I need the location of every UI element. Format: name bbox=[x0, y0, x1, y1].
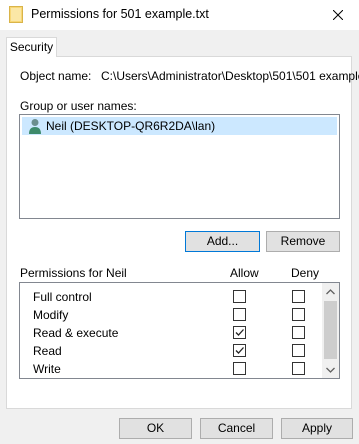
permission-name: Full control bbox=[33, 290, 92, 304]
allow-checkbox[interactable] bbox=[233, 308, 246, 321]
permission-row: Read bbox=[20, 341, 320, 359]
allow-checkbox[interactable] bbox=[233, 290, 246, 303]
permissions-list: Full control Modify Read & execute Read … bbox=[19, 282, 340, 379]
user-icon bbox=[29, 119, 41, 134]
close-icon bbox=[332, 10, 343, 20]
deny-checkbox[interactable] bbox=[292, 308, 305, 321]
scroll-down-button[interactable] bbox=[322, 361, 339, 378]
group-names-label: Group or user names: bbox=[20, 99, 137, 113]
deny-checkbox[interactable] bbox=[292, 362, 305, 375]
permission-row: Read & execute bbox=[20, 323, 320, 341]
group-user-list[interactable]: Neil (DESKTOP-QR6R2DA\lan) bbox=[19, 114, 340, 219]
permission-row-partial bbox=[20, 377, 320, 378]
permission-name: Modify bbox=[33, 308, 69, 322]
allow-column-header: Allow bbox=[230, 266, 259, 280]
apply-button[interactable]: Apply bbox=[281, 418, 353, 439]
tab-security[interactable]: Security bbox=[6, 37, 57, 57]
deny-column-header: Deny bbox=[291, 266, 320, 280]
user-list-item[interactable]: Neil (DESKTOP-QR6R2DA\lan) bbox=[22, 117, 337, 135]
allow-checkbox[interactable] bbox=[233, 362, 246, 375]
permission-row: Write bbox=[20, 359, 320, 377]
permission-name: Write bbox=[33, 362, 61, 376]
chevron-up-icon bbox=[326, 288, 335, 294]
file-icon bbox=[9, 6, 23, 23]
add-button[interactable]: Add... bbox=[185, 231, 260, 252]
allow-checkbox[interactable] bbox=[233, 344, 246, 357]
permission-name: Read & execute bbox=[33, 326, 119, 340]
permissions-label: Permissions for Neil bbox=[20, 266, 127, 280]
object-name-value: C:\Users\Administrator\Desktop\501\501 e… bbox=[101, 69, 359, 83]
remove-button[interactable]: Remove bbox=[266, 231, 340, 252]
checkmark-icon bbox=[235, 329, 244, 336]
permission-row: Modify bbox=[20, 305, 320, 323]
scroll-up-button[interactable] bbox=[322, 283, 339, 300]
chevron-down-icon bbox=[326, 367, 335, 373]
user-name: Neil (DESKTOP-QR6R2DA\lan) bbox=[46, 119, 216, 133]
ok-button[interactable]: OK bbox=[119, 418, 192, 439]
deny-checkbox[interactable] bbox=[292, 326, 305, 339]
object-name-label: Object name: bbox=[20, 69, 92, 83]
permission-name: Read bbox=[33, 344, 62, 358]
close-button[interactable] bbox=[316, 0, 359, 30]
deny-checkbox[interactable] bbox=[292, 290, 305, 303]
permission-row: Full control bbox=[20, 287, 320, 305]
title-bar: Permissions for 501 example.txt bbox=[0, 0, 359, 30]
scroll-thumb[interactable] bbox=[324, 301, 337, 359]
window-title: Permissions for 501 example.txt bbox=[31, 7, 209, 21]
checkmark-icon bbox=[235, 347, 244, 354]
cancel-button[interactable]: Cancel bbox=[200, 418, 273, 439]
permissions-scrollbar[interactable] bbox=[322, 283, 339, 378]
allow-checkbox[interactable] bbox=[233, 326, 246, 339]
deny-checkbox[interactable] bbox=[292, 344, 305, 357]
